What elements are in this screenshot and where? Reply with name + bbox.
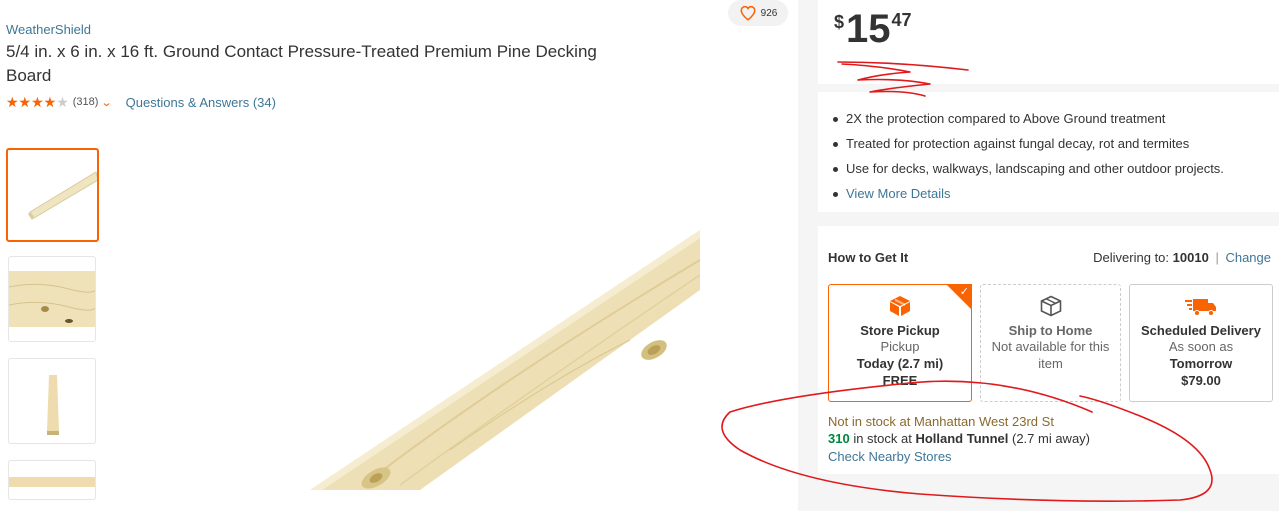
zip-code: 10010 xyxy=(1172,250,1209,265)
checkmark-icon: ✓ xyxy=(959,286,969,298)
fulfillment-card: How to Get It Delivering to: 10010 | Cha… xyxy=(818,226,1279,474)
column-divider xyxy=(798,0,816,511)
delivery-truck-icon xyxy=(1185,299,1216,316)
thumbnail-3[interactable] xyxy=(8,358,96,444)
scheduled-delivery-option[interactable]: Scheduled Delivery As soon as Tomorrow $… xyxy=(1129,284,1273,402)
buy-box-column: $ 15 47 2X the protection compared to Ab… xyxy=(816,0,1279,511)
heart-icon xyxy=(740,5,756,21)
fulfillment-heading: How to Get It xyxy=(828,250,909,265)
star-rating-filled: ★★★★★ xyxy=(6,94,57,110)
thumbnail-1[interactable] xyxy=(6,148,99,242)
store-pickup-option[interactable]: ✓ Store Pickup Pickup Today (2.7 mi) FRE… xyxy=(828,284,972,402)
ship-to-home-option: Ship to Home Not available for this item xyxy=(980,284,1121,402)
thumbnail-4[interactable] xyxy=(8,460,96,500)
board-detail-thumbnail-image xyxy=(9,477,95,487)
in-stock-message: 310 in stock at Holland Tunnel (2.7 mi a… xyxy=(828,431,1090,446)
star-rating[interactable]: ★★★★★ ★★★★★ xyxy=(6,94,69,110)
product-title: 5/4 in. x 6 in. x 16 ft. Ground Contact … xyxy=(6,42,597,85)
questions-answers-link[interactable]: Questions & Answers (34) xyxy=(126,95,276,110)
price-cents: 47 xyxy=(891,10,912,30)
rating-row: ★★★★★ ★★★★★ (318) ⌄ Questions & Answers … xyxy=(6,94,276,110)
in-stock-text: in stock at xyxy=(849,431,916,446)
price-dollars: 15 xyxy=(846,7,891,51)
stock-count: 310 xyxy=(828,431,850,446)
store-distance: (2.7 mi away) xyxy=(1008,431,1091,446)
chevron-down-icon[interactable]: ⌄ xyxy=(101,96,113,109)
option-detail: Pickup xyxy=(880,339,920,354)
view-more-details-link[interactable]: View More Details xyxy=(830,181,1224,206)
option-price: $79.00 xyxy=(1181,373,1221,388)
option-detail: Today (2.7 mi) xyxy=(856,356,944,371)
option-detail: Tomorrow xyxy=(1169,356,1233,371)
board-end-thumbnail-image xyxy=(47,375,59,435)
decking-board-image xyxy=(310,230,700,490)
thumbnail-2[interactable] xyxy=(8,256,96,342)
pickup-box-icon xyxy=(890,296,910,316)
separator: | xyxy=(1215,250,1219,265)
option-price: FREE xyxy=(882,373,918,388)
board-thumbnail-image xyxy=(28,171,97,220)
option-detail: Not available for this item xyxy=(991,339,1110,371)
store-name: Holland Tunnel xyxy=(915,431,1009,446)
price-currency: $ xyxy=(834,12,845,32)
favorite-button[interactable]: 926 xyxy=(728,0,788,26)
product-media-column: 926 WeatherShield 5/4 in. x 6 in. x 16 f… xyxy=(0,0,800,511)
option-name: Scheduled Delivery xyxy=(1141,323,1261,338)
option-name: Ship to Home xyxy=(1008,323,1093,338)
main-product-image[interactable] xyxy=(250,180,700,490)
shipping-box-icon xyxy=(1040,295,1061,317)
highlight-item: Treated for protection against fungal de… xyxy=(830,131,1224,156)
option-detail: As soon as xyxy=(1168,339,1234,354)
change-location-link[interactable]: Change xyxy=(1225,250,1271,265)
brand-link[interactable]: WeatherShield xyxy=(6,22,91,37)
option-name: Store Pickup xyxy=(860,323,940,338)
check-nearby-stores-link[interactable]: Check Nearby Stores xyxy=(828,449,952,464)
price-card: $ 15 47 xyxy=(818,0,1279,84)
delivery-location: Delivering to: 10010 | Change xyxy=(1093,250,1271,265)
highlight-item: 2X the protection compared to Above Grou… xyxy=(830,106,1224,131)
wood-grain-thumbnail-image xyxy=(9,271,95,327)
not-in-stock-message: Not in stock at Manhattan West 23rd St xyxy=(828,414,1054,429)
highlights-list: 2X the protection compared to Above Grou… xyxy=(830,106,1224,206)
review-count[interactable]: (318) xyxy=(73,96,99,108)
price: $ 15 47 xyxy=(834,6,912,52)
highlight-item: Use for decks, walkways, landscaping and… xyxy=(830,156,1224,181)
favorite-count: 926 xyxy=(760,7,778,19)
highlights-card: 2X the protection compared to Above Grou… xyxy=(818,92,1279,212)
delivering-label: Delivering to: xyxy=(1093,250,1170,265)
